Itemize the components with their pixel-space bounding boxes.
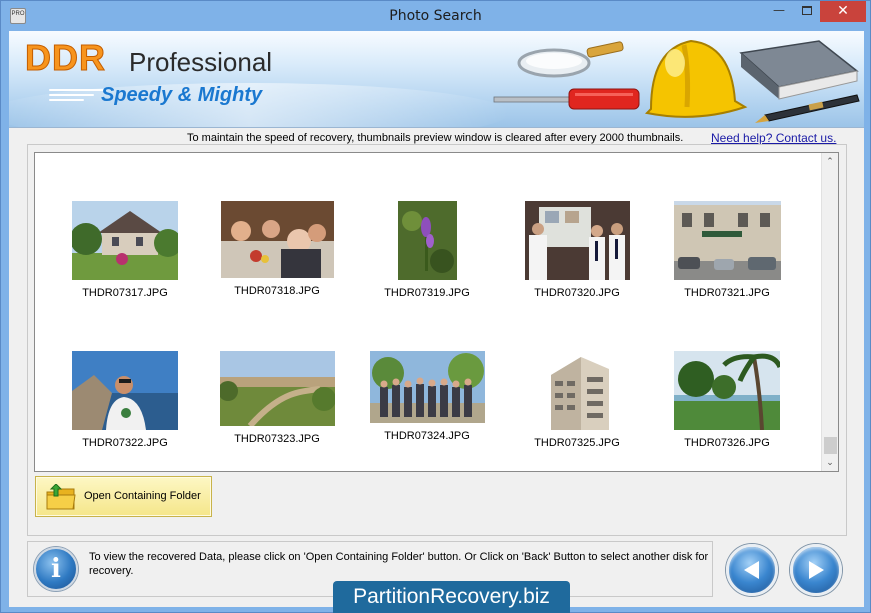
scroll-down-button[interactable]: ⌄ xyxy=(822,454,838,471)
brand-logo: DDR xyxy=(25,37,106,79)
open-containing-folder-button[interactable]: Open Containing Folder xyxy=(35,476,212,517)
thumbnail-item[interactable]: THDR07317.JPG xyxy=(60,201,190,299)
app-window: PRO Photo Search — ✕ DDR Professional Sp… xyxy=(0,0,871,613)
thumbnail-item[interactable]: THDR07326.JPG xyxy=(662,351,792,449)
screwdriver-icon xyxy=(493,88,640,110)
thumbnail-filename: THDR07320.JPG xyxy=(534,287,620,299)
thumbnail-item[interactable]: THDR07321.JPG xyxy=(662,201,792,299)
tagline: Speedy & Mighty xyxy=(101,84,263,106)
back-button[interactable] xyxy=(726,544,778,596)
thumbnail-image xyxy=(219,351,335,426)
scroll-thumb[interactable] xyxy=(824,437,837,454)
thumbnail-filename: THDR07324.JPG xyxy=(384,430,470,442)
thumbnail-filename: THDR07317.JPG xyxy=(82,287,168,299)
folder-icon xyxy=(46,484,76,510)
header-banner: DDR Professional Speedy & Mighty xyxy=(9,31,864,128)
thumbnail-item[interactable]: THDR07322.JPG xyxy=(60,351,190,449)
speed-lines-decoration xyxy=(49,89,109,103)
thumbnail-filename: THDR07322.JPG xyxy=(82,437,168,449)
thumbnail-filename: THDR07323.JPG xyxy=(234,433,320,445)
client-area: DDR Professional Speedy & Mighty To main… xyxy=(9,31,864,607)
arrow-right-icon xyxy=(809,561,824,579)
arrow-left-icon xyxy=(744,561,759,579)
thumbnail-filename: THDR07321.JPG xyxy=(684,287,770,299)
thumbnail-image xyxy=(72,351,178,430)
maximize-button[interactable] xyxy=(794,5,820,26)
book-icon xyxy=(739,40,859,100)
thumbnail-filename: THDR07319.JPG xyxy=(384,287,470,299)
magnifier-icon xyxy=(517,41,624,78)
thumbnail-filename: THDR07325.JPG xyxy=(534,437,620,449)
product-name: Professional xyxy=(129,47,273,77)
title-bar[interactable]: PRO Photo Search — ✕ xyxy=(1,1,870,31)
thumbnail-preview: THDR07317.JPG THDR07318.JPG THDR07319.JP… xyxy=(34,152,839,472)
minimize-button[interactable]: — xyxy=(766,3,792,24)
thumbnail-item[interactable]: THDR07320.JPG xyxy=(512,201,642,299)
preview-scrollbar[interactable]: ⌃ ⌄ xyxy=(821,153,838,471)
window-title: Photo Search xyxy=(389,8,482,24)
thumbnail-image xyxy=(72,201,178,280)
next-button[interactable] xyxy=(790,544,842,596)
thumbnail-filename: THDR07326.JPG xyxy=(684,437,770,449)
notice-text: To maintain the speed of recovery, thumb… xyxy=(187,132,684,144)
close-button[interactable]: ✕ xyxy=(820,1,866,22)
maximize-icon xyxy=(802,6,812,15)
thumbnail-item[interactable]: THDR07319.JPG xyxy=(362,201,492,299)
instructions-text: To view the recovered Data, please click… xyxy=(89,551,709,577)
thumbnail-item[interactable]: THDR07318.JPG xyxy=(212,201,342,297)
thumbnail-image xyxy=(397,201,457,280)
thumbnail-filename: THDR07318.JPG xyxy=(234,285,320,297)
open-folder-label: Open Containing Folder xyxy=(84,490,201,502)
pen-icon xyxy=(755,94,860,123)
hard-hat-icon xyxy=(644,39,748,118)
thumbnail-image xyxy=(524,201,630,280)
watermark-banner: PartitionRecovery.biz xyxy=(333,581,570,613)
thumbnail-image xyxy=(369,351,485,423)
thumbnail-item[interactable]: THDR07323.JPG xyxy=(212,351,342,445)
banner-tools-illustration xyxy=(493,39,860,123)
thumbnail-image xyxy=(673,201,781,280)
thumbnail-item[interactable]: THDR07324.JPG xyxy=(362,351,492,442)
thumbnail-item[interactable]: THDR07325.JPG xyxy=(512,351,642,449)
thumbnail-image xyxy=(674,351,780,430)
scroll-up-button[interactable]: ⌃ xyxy=(822,153,838,170)
help-link[interactable]: Need help? Contact us. xyxy=(711,131,836,145)
thumbnail-image xyxy=(220,201,334,278)
info-button[interactable]: i xyxy=(34,547,78,591)
thumbnail-image xyxy=(534,351,620,430)
